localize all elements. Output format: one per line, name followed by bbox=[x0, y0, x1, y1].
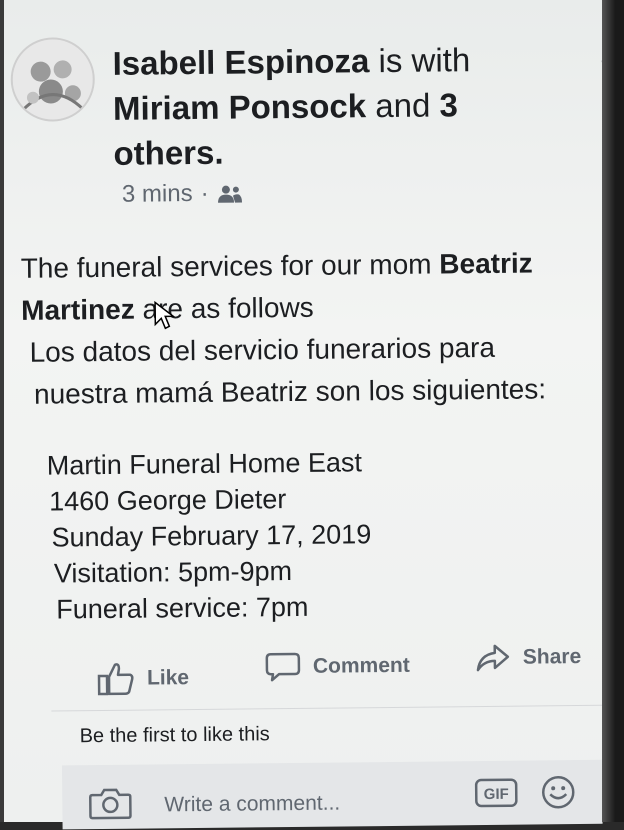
avatar-image bbox=[12, 39, 94, 120]
post-actions: Like Comment Share bbox=[97, 642, 597, 696]
post-time[interactable]: 3 mins bbox=[122, 180, 193, 209]
and-text: and bbox=[375, 86, 431, 125]
comment-composer: GIF bbox=[82, 774, 602, 827]
post-card: Isabell Espinoza is with Miriam Ponsock … bbox=[4, 2, 616, 830]
body-line-1-bold: Beatriz bbox=[439, 247, 533, 280]
thumbs-up-icon bbox=[97, 663, 134, 696]
others-text[interactable]: others. bbox=[113, 134, 223, 172]
comment-input[interactable]: Write a comment... bbox=[164, 792, 340, 818]
share-label: Share bbox=[522, 644, 582, 669]
detail-line: Martin Funeral Home East bbox=[46, 447, 363, 481]
speech-bubble-icon bbox=[265, 652, 301, 682]
gif-icon[interactable]: GIF bbox=[474, 777, 518, 809]
monitor-bezel-left bbox=[0, 0, 4, 822]
share-button[interactable]: Share bbox=[475, 642, 582, 673]
camera-icon[interactable] bbox=[88, 785, 132, 821]
post-body: The funeral services for our mom Beatriz… bbox=[21, 242, 623, 416]
share-arrow-icon bbox=[476, 644, 510, 672]
detail-line: 1460 George Dieter bbox=[49, 484, 287, 517]
actions-divider bbox=[51, 704, 612, 712]
with-text: is with bbox=[378, 41, 471, 80]
body-line-2: Martinez are as follows bbox=[21, 284, 621, 332]
author-avatar[interactable] bbox=[10, 37, 96, 122]
monitor-bezel-right bbox=[602, 0, 624, 822]
meta-separator: · bbox=[200, 179, 209, 207]
body-line-3: Los datos del servicio funerarios para bbox=[29, 331, 496, 368]
likes-summary[interactable]: Be the first to like this bbox=[80, 723, 270, 748]
author-name[interactable]: Isabell Espinoza bbox=[112, 42, 369, 82]
gif-label: GIF bbox=[484, 786, 509, 803]
post-header: Isabell Espinoza is with Miriam Ponsock … bbox=[112, 36, 533, 175]
like-button[interactable]: Like bbox=[97, 660, 189, 697]
mouse-cursor-icon bbox=[154, 300, 176, 330]
body-line-4: nuestra mamá Beatriz son los siguientes: bbox=[33, 373, 547, 410]
body-line-2-bold: Martinez bbox=[21, 293, 135, 326]
detail-line: Funeral service: 7pm bbox=[56, 591, 309, 625]
emoji-icon[interactable] bbox=[540, 774, 576, 810]
comment-button[interactable]: Comment bbox=[265, 650, 410, 684]
detail-line: Visitation: 5pm-9pm bbox=[53, 556, 293, 589]
like-label: Like bbox=[146, 666, 190, 690]
body-line-1-text: The funeral services for our mom bbox=[20, 248, 440, 284]
others-count[interactable]: 3 bbox=[439, 86, 458, 123]
service-details: Martin Funeral Home East 1460 George Die… bbox=[47, 444, 373, 627]
comment-label: Comment bbox=[312, 653, 410, 678]
tagged-name[interactable]: Miriam Ponsock bbox=[113, 87, 366, 127]
post-meta: 3 mins · bbox=[122, 180, 243, 209]
detail-line: Sunday February 17, 2019 bbox=[51, 519, 372, 553]
body-line-1: The funeral services for our mom Beatriz bbox=[21, 242, 621, 290]
friends-icon[interactable] bbox=[217, 184, 243, 204]
